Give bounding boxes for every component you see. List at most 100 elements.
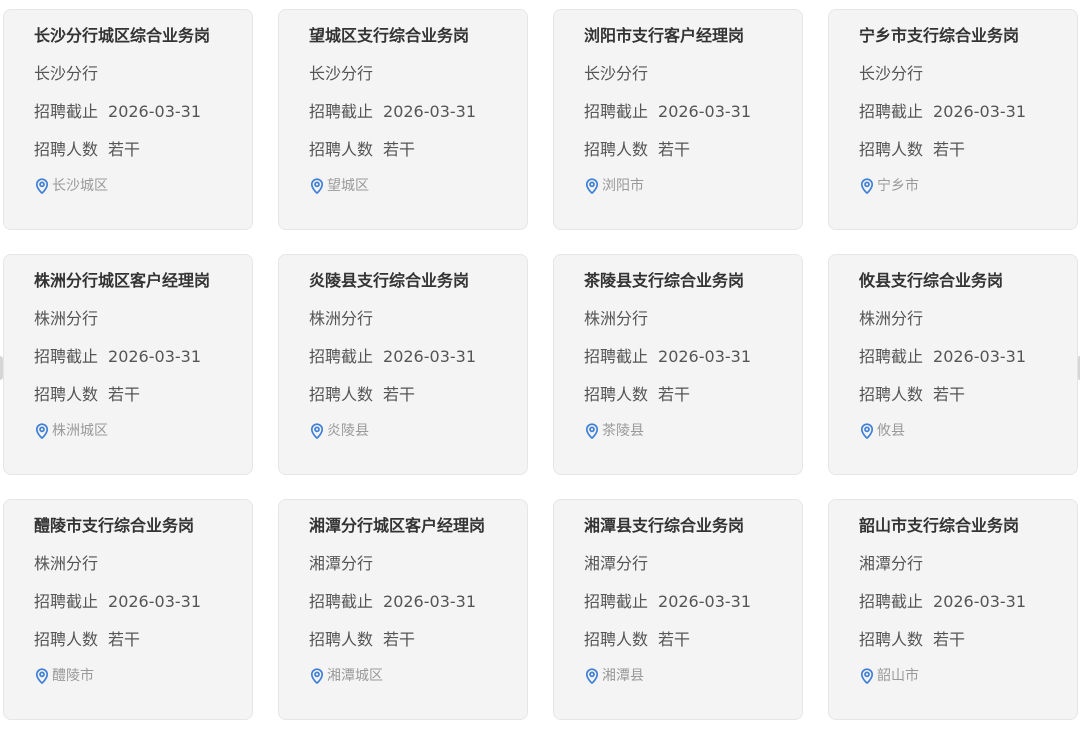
job-headcount-row: 招聘人数 若干 (309, 138, 527, 162)
headcount-label: 招聘人数 (34, 140, 99, 159)
job-title: 韶山市支行综合业务岗 (859, 516, 1020, 535)
job-headcount-row: 招聘人数 若干 (584, 383, 802, 407)
deadline-label: 招聘截止 (34, 592, 99, 611)
job-card-grid: 长沙分行城区综合业务岗 长沙分行 招聘截止 2026-03-31 招聘人数 若干 长… (3, 9, 1078, 720)
headcount-label: 招聘人数 (859, 140, 924, 159)
headcount-value: 若干 (383, 140, 416, 159)
location-pin-icon (585, 423, 599, 439)
job-branch: 湘潭分行 (309, 554, 374, 573)
job-location: 株洲城区 (34, 421, 252, 441)
headcount-label: 招聘人数 (584, 385, 649, 404)
headcount-value: 若干 (658, 140, 691, 159)
location-pin-icon (585, 668, 599, 684)
location-text: 浏阳市 (602, 178, 644, 194)
job-card[interactable]: 攸县支行综合业务岗 株洲分行 招聘截止 2026-03-31 招聘人数 若干 攸县 (828, 254, 1078, 475)
job-deadline-row: 招聘截止 2026-03-31 (584, 100, 802, 124)
job-card[interactable]: 湘潭分行城区客户经理岗 湘潭分行 招聘截止 2026-03-31 招聘人数 若干 湘… (278, 499, 528, 720)
deadline-value: 2026-03-31 (658, 592, 751, 611)
location-pin-icon (35, 423, 49, 439)
job-card[interactable]: 望城区支行综合业务岗 长沙分行 招聘截止 2026-03-31 招聘人数 若干 望城… (278, 9, 528, 230)
headcount-value: 若干 (658, 385, 691, 404)
deadline-label: 招聘截止 (584, 102, 649, 121)
deadline-value: 2026-03-31 (108, 347, 201, 366)
deadline-label: 招聘截止 (859, 347, 924, 366)
headcount-value: 若干 (108, 140, 141, 159)
headcount-value: 若干 (933, 385, 966, 404)
job-card[interactable]: 湘潭县支行综合业务岗 湘潭分行 招聘截止 2026-03-31 招聘人数 若干 湘潭… (553, 499, 803, 720)
job-deadline-row: 招聘截止 2026-03-31 (309, 345, 527, 369)
job-title: 浏阳市支行客户经理岗 (584, 26, 745, 45)
deadline-value: 2026-03-31 (383, 102, 476, 121)
location-text: 宁乡市 (877, 178, 919, 194)
job-location: 宁乡市 (859, 176, 1077, 196)
location-pin-icon (310, 668, 324, 684)
job-location: 炎陵县 (309, 421, 527, 441)
job-title: 株洲分行城区客户经理岗 (34, 271, 211, 290)
deadline-value: 2026-03-31 (383, 592, 476, 611)
job-listing-page: 长沙分行城区综合业务岗 长沙分行 招聘截止 2026-03-31 招聘人数 若干 长… (0, 0, 1080, 733)
deadline-label: 招聘截止 (34, 102, 99, 121)
job-card[interactable]: 株洲分行城区客户经理岗 株洲分行 招聘截止 2026-03-31 招聘人数 若干 株… (3, 254, 253, 475)
deadline-label: 招聘截止 (584, 347, 649, 366)
deadline-value: 2026-03-31 (933, 347, 1026, 366)
deadline-label: 招聘截止 (584, 592, 649, 611)
job-title: 望城区支行综合业务岗 (309, 26, 470, 45)
location-pin-icon (310, 178, 324, 194)
deadline-label: 招聘截止 (309, 592, 374, 611)
headcount-label: 招聘人数 (584, 140, 649, 159)
job-card[interactable]: 浏阳市支行客户经理岗 长沙分行 招聘截止 2026-03-31 招聘人数 若干 浏阳… (553, 9, 803, 230)
job-card[interactable]: 醴陵市支行综合业务岗 株洲分行 招聘截止 2026-03-31 招聘人数 若干 醴陵… (3, 499, 253, 720)
headcount-value: 若干 (108, 385, 141, 404)
job-headcount-row: 招聘人数 若干 (309, 383, 527, 407)
location-text: 攸县 (877, 423, 905, 439)
job-card[interactable]: 炎陵县支行综合业务岗 株洲分行 招聘截止 2026-03-31 招聘人数 若干 炎陵… (278, 254, 528, 475)
deadline-label: 招聘截止 (859, 592, 924, 611)
job-headcount-row: 招聘人数 若干 (34, 628, 252, 652)
job-deadline-row: 招聘截止 2026-03-31 (584, 345, 802, 369)
location-text: 望城区 (327, 178, 369, 194)
job-deadline-row: 招聘截止 2026-03-31 (34, 345, 252, 369)
job-branch: 株洲分行 (584, 309, 649, 328)
headcount-label: 招聘人数 (309, 630, 374, 649)
job-branch: 株洲分行 (309, 309, 374, 328)
job-headcount-row: 招聘人数 若干 (859, 383, 1077, 407)
headcount-label: 招聘人数 (34, 385, 99, 404)
job-card[interactable]: 韶山市支行综合业务岗 湘潭分行 招聘截止 2026-03-31 招聘人数 若干 韶山… (828, 499, 1078, 720)
deadline-value: 2026-03-31 (108, 592, 201, 611)
job-branch: 湘潭分行 (584, 554, 649, 573)
headcount-label: 招聘人数 (584, 630, 649, 649)
location-text: 株洲城区 (52, 423, 108, 439)
job-card[interactable]: 宁乡市支行综合业务岗 长沙分行 招聘截止 2026-03-31 招聘人数 若干 宁乡… (828, 9, 1078, 230)
headcount-value: 若干 (933, 630, 966, 649)
deadline-value: 2026-03-31 (933, 592, 1026, 611)
deadline-label: 招聘截止 (859, 102, 924, 121)
job-headcount-row: 招聘人数 若干 (34, 138, 252, 162)
location-pin-icon (860, 423, 874, 439)
job-deadline-row: 招聘截止 2026-03-31 (859, 590, 1077, 614)
headcount-label: 招聘人数 (859, 385, 924, 404)
headcount-label: 招聘人数 (859, 630, 924, 649)
deadline-value: 2026-03-31 (933, 102, 1026, 121)
headcount-value: 若干 (383, 630, 416, 649)
job-deadline-row: 招聘截止 2026-03-31 (309, 100, 527, 124)
location-text: 炎陵县 (327, 423, 369, 439)
job-location: 茶陵县 (584, 421, 802, 441)
job-location: 湘潭城区 (309, 666, 527, 686)
job-title: 攸县支行综合业务岗 (859, 271, 1004, 290)
deadline-value: 2026-03-31 (658, 102, 751, 121)
location-text: 醴陵市 (52, 668, 94, 684)
job-deadline-row: 招聘截止 2026-03-31 (34, 590, 252, 614)
job-title: 醴陵市支行综合业务岗 (34, 516, 195, 535)
deadline-value: 2026-03-31 (383, 347, 476, 366)
headcount-label: 招聘人数 (309, 385, 374, 404)
headcount-value: 若干 (383, 385, 416, 404)
headcount-value: 若干 (658, 630, 691, 649)
job-location: 攸县 (859, 421, 1077, 441)
job-title: 茶陵县支行综合业务岗 (584, 271, 745, 290)
job-branch: 长沙分行 (584, 64, 649, 83)
job-title: 湘潭分行城区客户经理岗 (309, 516, 486, 535)
job-deadline-row: 招聘截止 2026-03-31 (859, 100, 1077, 124)
job-card[interactable]: 长沙分行城区综合业务岗 长沙分行 招聘截止 2026-03-31 招聘人数 若干 长… (3, 9, 253, 230)
job-card[interactable]: 茶陵县支行综合业务岗 株洲分行 招聘截止 2026-03-31 招聘人数 若干 茶陵… (553, 254, 803, 475)
deadline-value: 2026-03-31 (658, 347, 751, 366)
